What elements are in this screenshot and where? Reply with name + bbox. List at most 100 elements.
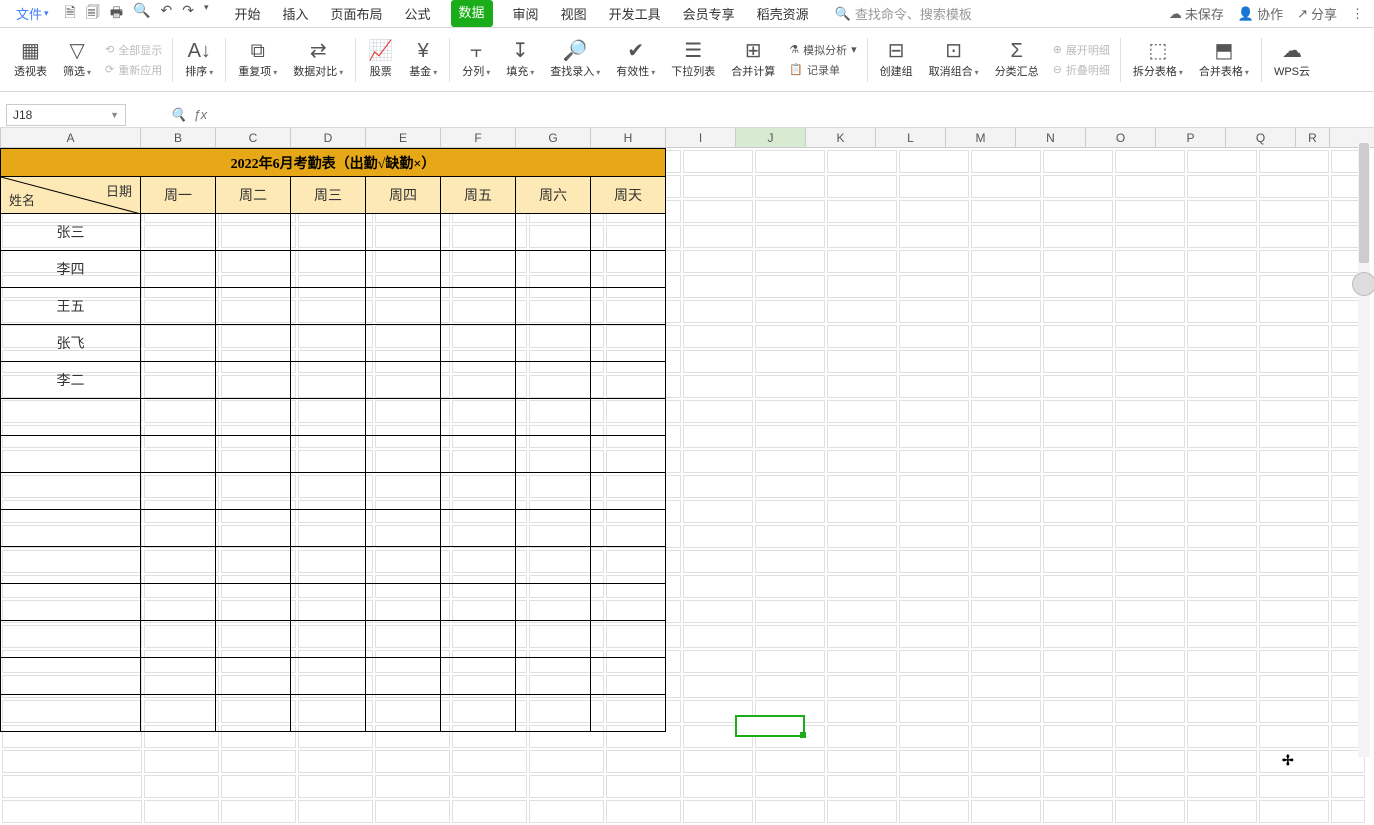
attendance-cell[interactable]: [441, 695, 516, 732]
column-N[interactable]: N: [1016, 128, 1086, 147]
record-button[interactable]: 📋记录单: [789, 62, 856, 78]
tab-review[interactable]: 审阅: [511, 0, 541, 27]
attendance-cell[interactable]: [141, 473, 216, 510]
column-C[interactable]: C: [216, 128, 291, 147]
attendance-cell[interactable]: [441, 547, 516, 584]
find-entry-button[interactable]: 🔎查找录入▾: [542, 32, 608, 88]
pivot-button[interactable]: ▦透视表: [6, 32, 55, 88]
column-F[interactable]: F: [441, 128, 516, 147]
mergeform-button[interactable]: ⬒合并表格▾: [1191, 32, 1257, 88]
name-cell[interactable]: [1, 436, 141, 473]
attendance-cell[interactable]: [141, 251, 216, 288]
collapse-button[interactable]: ⊖折叠明细: [1053, 62, 1110, 78]
attendance-cell[interactable]: [441, 251, 516, 288]
fx-label[interactable]: 🔍 ƒx: [170, 107, 207, 123]
column-B[interactable]: B: [141, 128, 216, 147]
attendance-cell[interactable]: [441, 214, 516, 251]
attendance-cell[interactable]: [141, 695, 216, 732]
name-cell[interactable]: [1, 621, 141, 658]
show-all-button[interactable]: ⟲全部显示: [105, 42, 162, 58]
attendance-cell[interactable]: [366, 473, 441, 510]
attendance-cell[interactable]: [216, 510, 291, 547]
reapply-button[interactable]: ⟳重新应用: [105, 62, 162, 78]
attendance-cell[interactable]: [516, 510, 591, 547]
attendance-cell[interactable]: [216, 214, 291, 251]
name-cell[interactable]: [1, 584, 141, 621]
column-O[interactable]: O: [1086, 128, 1156, 147]
attendance-cell[interactable]: [216, 325, 291, 362]
attendance-cell[interactable]: [141, 658, 216, 695]
name-cell[interactable]: [1, 473, 141, 510]
attendance-cell[interactable]: [441, 399, 516, 436]
scrollbar-thumb[interactable]: [1359, 143, 1369, 263]
attendance-cell[interactable]: [291, 214, 366, 251]
print-icon[interactable]: 🖶: [110, 2, 123, 26]
column-Q[interactable]: Q: [1226, 128, 1296, 147]
attendance-cell[interactable]: [141, 362, 216, 399]
attendance-cell[interactable]: [516, 658, 591, 695]
attendance-cell[interactable]: [141, 288, 216, 325]
attendance-cell[interactable]: [291, 436, 366, 473]
name-cell[interactable]: [1, 658, 141, 695]
name-cell[interactable]: [1, 399, 141, 436]
repeat-button[interactable]: ⧉重复项▾: [230, 32, 285, 88]
sort-button[interactable]: A↓排序▾: [177, 32, 221, 88]
subtotal-button[interactable]: Σ分类汇总: [987, 32, 1047, 88]
attendance-cell[interactable]: [591, 288, 666, 325]
tab-docer[interactable]: 稻壳资源: [755, 0, 811, 27]
attendance-cell[interactable]: [366, 214, 441, 251]
attendance-cell[interactable]: [366, 288, 441, 325]
attendance-cell[interactable]: [366, 658, 441, 695]
attendance-cell[interactable]: [591, 251, 666, 288]
attendance-cell[interactable]: [291, 251, 366, 288]
column-R[interactable]: R: [1296, 128, 1330, 147]
attendance-cell[interactable]: [216, 547, 291, 584]
attendance-cell[interactable]: [216, 436, 291, 473]
attendance-cell[interactable]: [141, 325, 216, 362]
compare-button[interactable]: ⇄数据对比▾: [285, 32, 351, 88]
attendance-cell[interactable]: [366, 510, 441, 547]
more-icon[interactable]: ⋮: [1351, 6, 1364, 22]
attendance-cell[interactable]: [366, 251, 441, 288]
attendance-cell[interactable]: [141, 547, 216, 584]
column-headers[interactable]: ABCDEFGHIJKLMNOPQR: [0, 128, 1374, 148]
attendance-cell[interactable]: [141, 510, 216, 547]
attendance-cell[interactable]: [516, 695, 591, 732]
tab-view[interactable]: 视图: [559, 0, 589, 27]
attendance-cell[interactable]: [441, 473, 516, 510]
wpscloud-button[interactable]: ☁WPS云: [1266, 32, 1318, 88]
redo-icon[interactable]: ↷: [182, 2, 194, 26]
fund-button[interactable]: ¥基金▾: [401, 32, 445, 88]
attendance-cell[interactable]: [216, 288, 291, 325]
consolidate-button[interactable]: ⊞合并计算: [723, 32, 783, 88]
unsaved-indicator[interactable]: ☁未保存: [1169, 4, 1224, 23]
attendance-cell[interactable]: [366, 362, 441, 399]
saveas-icon[interactable]: 🗐: [86, 2, 100, 26]
attendance-cell[interactable]: [291, 473, 366, 510]
column-G[interactable]: G: [516, 128, 591, 147]
attendance-cell[interactable]: [516, 251, 591, 288]
attendance-cell[interactable]: [141, 214, 216, 251]
column-A[interactable]: A: [1, 128, 141, 147]
attendance-cell[interactable]: [516, 621, 591, 658]
column-P[interactable]: P: [1156, 128, 1226, 147]
name-cell[interactable]: [1, 547, 141, 584]
attendance-cell[interactable]: [591, 695, 666, 732]
attendance-cell[interactable]: [291, 399, 366, 436]
attendance-cell[interactable]: [441, 658, 516, 695]
attendance-cell[interactable]: [291, 621, 366, 658]
attendance-cell[interactable]: [516, 436, 591, 473]
save-icon[interactable]: 🗎: [65, 2, 76, 26]
attendance-cell[interactable]: [366, 436, 441, 473]
attendance-cell[interactable]: [591, 436, 666, 473]
name-cell[interactable]: [1, 510, 141, 547]
attendance-cell[interactable]: [591, 621, 666, 658]
coop-button[interactable]: 👤协作: [1238, 4, 1283, 23]
attendance-cell[interactable]: [216, 362, 291, 399]
split-button[interactable]: ⫟分列▾: [454, 32, 498, 88]
attendance-cell[interactable]: [366, 695, 441, 732]
tab-formula[interactable]: 公式: [403, 0, 433, 27]
name-cell[interactable]: [1, 695, 141, 732]
share-button[interactable]: ↗分享: [1297, 4, 1337, 23]
attendance-cell[interactable]: [516, 547, 591, 584]
